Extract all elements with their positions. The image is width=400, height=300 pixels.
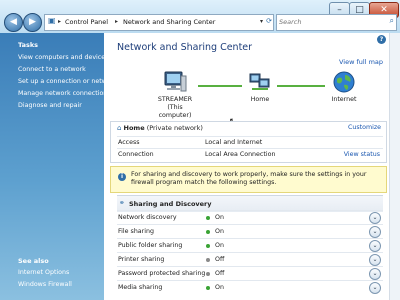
sharing-row-password: Password protected sharing Off ⌄: [117, 266, 383, 281]
expand-chevron-icon[interactable]: ⌄: [369, 240, 381, 252]
sharing-row-network-discovery: Network discovery On ⌄: [117, 210, 383, 225]
status-dot: [206, 216, 210, 220]
status-dot: [206, 272, 210, 276]
sidebar: Tasks View computers and devices Connect…: [0, 33, 117, 300]
address-bar[interactable]: ▣ ▸ Control Panel ▸ Network and Sharing …: [44, 14, 274, 31]
page-title: Network and Sharing Center: [117, 42, 253, 53]
forward-arrow-icon: ▶: [29, 17, 36, 27]
task-manage-connections[interactable]: Manage network connections: [18, 90, 111, 97]
control-panel-icon: ▣: [48, 16, 56, 25]
see-also-internet-options[interactable]: Internet Options: [18, 269, 69, 276]
access-value: Local and Internet: [205, 139, 263, 146]
home-network-icon: ⌂: [117, 124, 122, 132]
network-name: Home: [123, 124, 145, 132]
tasks-header: Tasks: [18, 41, 39, 49]
see-also-windows-firewall[interactable]: Windows Firewall: [18, 281, 72, 288]
sharing-label: Public folder sharing: [118, 242, 183, 249]
home-network-name: Home: [250, 96, 270, 103]
sharing-row-printer: Printer sharing Off ⌄: [117, 252, 383, 267]
sharing-icon: ⚭: [119, 199, 125, 207]
sharing-state: On: [215, 242, 224, 249]
sharing-label: File sharing: [118, 228, 154, 235]
forward-button[interactable]: ▶: [23, 13, 42, 32]
see-also-header: See also: [18, 257, 49, 265]
expand-chevron-icon[interactable]: ⌄: [369, 254, 381, 266]
globe-icon: [333, 71, 355, 93]
expand-chevron-icon[interactable]: ⌄: [369, 212, 381, 224]
connection-line: [198, 85, 242, 87]
status-dot: [206, 244, 210, 248]
status-dot: [206, 258, 210, 262]
expand-chevron-icon[interactable]: ⌄: [369, 282, 381, 294]
chevron-down-icon[interactable]: ▾: [260, 18, 263, 25]
sharing-header-title: Sharing and Discovery: [129, 200, 212, 208]
computer-subtitle: (This computer): [158, 104, 192, 119]
breadcrumb-control-panel[interactable]: Control Panel: [65, 18, 108, 26]
sharing-row-public-folder: Public folder sharing On ⌄: [117, 238, 383, 253]
network-icon: [249, 73, 270, 90]
map-node-home[interactable]: Home: [240, 70, 280, 104]
task-diagnose-repair[interactable]: Diagnose and repair: [18, 102, 82, 109]
sharing-label: Media sharing: [118, 284, 163, 291]
computer-name: STREAMER: [157, 96, 193, 103]
refresh-icon[interactable]: ⟳: [266, 17, 272, 25]
search-box[interactable]: ⌕: [276, 14, 397, 31]
task-connect-network[interactable]: Connect to a network: [18, 66, 86, 73]
breadcrumb-separator-icon: ▸: [58, 18, 62, 25]
map-node-computer[interactable]: STREAMER (This computer): [150, 70, 200, 120]
computer-icon: [164, 71, 187, 92]
window: – □ ✕ ◀ ▶ ▣ ▸ Control Panel ▸ Network an…: [0, 0, 400, 300]
access-label: Access: [118, 139, 140, 146]
expand-chevron-icon[interactable]: ⌄: [369, 268, 381, 280]
internet-label: Internet: [331, 96, 357, 103]
sharing-row-file-sharing: File sharing On ⌄: [117, 224, 383, 239]
info-icon: i: [118, 173, 126, 181]
sharing-state: Off: [215, 256, 225, 263]
connection-value: Local Area Connection: [205, 151, 276, 158]
status-dot: [206, 286, 210, 290]
view-full-map-link[interactable]: View full map: [339, 58, 383, 66]
search-icon[interactable]: ⌕: [390, 16, 394, 26]
sharing-state: Off: [215, 270, 225, 277]
sharing-state: On: [215, 284, 224, 291]
task-view-computers[interactable]: View computers and devices: [18, 54, 108, 61]
sharing-row-media: Media sharing On ⌄: [117, 280, 383, 295]
customize-link[interactable]: Customize: [348, 124, 381, 131]
sharing-label: Password protected sharing: [118, 270, 206, 277]
back-arrow-icon: ◀: [10, 17, 17, 27]
network-row-connection: Connection Local Area Connection View st…: [117, 148, 383, 161]
sharing-label: Printer sharing: [118, 256, 165, 263]
breadcrumb-network-sharing[interactable]: Network and Sharing Center: [123, 18, 215, 26]
network-header: ⌂ Home (Private network): [117, 124, 203, 132]
view-status-link[interactable]: View status: [344, 151, 380, 158]
title-bar: – □ ✕ ◀ ▶ ▣ ▸ Control Panel ▸ Network an…: [0, 0, 400, 33]
sharing-state: On: [215, 214, 224, 221]
network-type: (Private network): [146, 124, 203, 132]
map-node-internet[interactable]: Internet: [322, 70, 366, 104]
sharing-state: On: [215, 228, 224, 235]
firewall-info-banner: i For sharing and discovery to work prop…: [110, 166, 387, 193]
back-button[interactable]: ◀: [4, 13, 23, 32]
sharing-label: Network discovery: [118, 214, 177, 221]
status-dot: [206, 230, 210, 234]
help-icon[interactable]: ?: [377, 35, 386, 44]
scrollbar[interactable]: [389, 33, 400, 300]
connection-label: Connection: [118, 151, 154, 158]
task-setup-connection[interactable]: Set up a connection or network: [18, 78, 117, 85]
search-input[interactable]: [279, 16, 379, 27]
expand-chevron-icon[interactable]: ⌄: [369, 226, 381, 238]
connection-line: [277, 85, 325, 87]
breadcrumb-separator-icon: ▸: [115, 18, 119, 25]
firewall-info-text: For sharing and discovery to work proper…: [131, 171, 367, 186]
